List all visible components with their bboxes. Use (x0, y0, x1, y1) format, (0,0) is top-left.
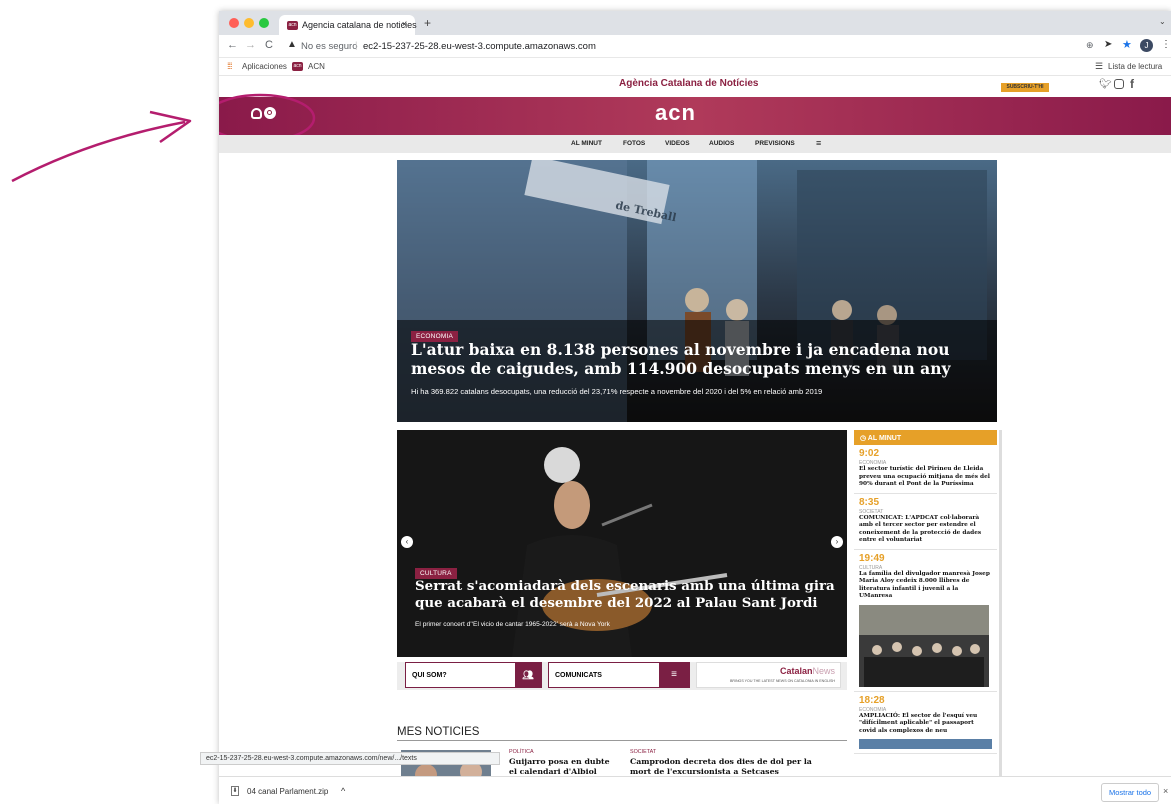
tab-title: Agencia catalana de noticies (302, 20, 417, 30)
feed-time: 8:35 (859, 496, 880, 508)
browser-toolbar: ← → C ▲ No es seguro | ec2-15-237-25-28.… (219, 35, 1171, 58)
catalan-news-tagline: BRINGS YOU THE LATEST NEWS ON CATALONIA … (729, 679, 835, 683)
feed-item[interactable]: 18:28 ECONOMIA AMPLIACIÓ: El sector de l… (854, 692, 997, 755)
tab-search-icon[interactable]: ⌄ (1159, 17, 1166, 26)
back-icon[interactable]: ← (227, 39, 238, 51)
hero-photo (397, 160, 997, 422)
acn-logo[interactable]: acn (655, 100, 696, 126)
hero-article[interactable]: de Treball ECONOMIA L'atur baixa en 8.13… (397, 160, 997, 422)
facebook-icon[interactable]: f (1130, 77, 1134, 91)
website: Agència Catalana de Notícies SUBSCRIU-T'… (219, 76, 1171, 804)
feed-item[interactable]: 9:02 ECONOMIA El sector turístic del Pir… (854, 445, 997, 494)
feed-item[interactable]: 19:49 CULTURA La família del divulgador … (854, 550, 997, 692)
carousel-next-icon[interactable]: › (831, 536, 843, 548)
download-options-icon[interactable]: ^ (341, 786, 345, 796)
group-icon: 👥︎ (515, 663, 541, 687)
twitter-icon[interactable]: 🐦︎ (1099, 79, 1112, 90)
nav-videos[interactable]: VIDEOS (665, 140, 690, 147)
al-minut-header[interactable]: ◷ AL MINUT (854, 430, 997, 445)
browser-menu-icon[interactable]: ⋮ (1161, 39, 1171, 50)
main-nav: AL MINUT FOTOS VIDEOS AUDIOS PREVISIONS … (219, 135, 1171, 153)
tab-strip: acn Agencia catalana de noticies × + ⌄ (219, 11, 1171, 35)
comunicats-label: COMUNICATS (555, 672, 602, 679)
acn-favicon-icon: acn (287, 21, 298, 31)
reading-list[interactable]: Lista de lectura (1108, 62, 1162, 71)
carousel-summary: El primer concert d'‘El vicio de cantar … (415, 621, 610, 628)
feed-scrollbar[interactable] (999, 430, 1002, 804)
minimize-window-icon[interactable] (244, 18, 254, 28)
apps-grid-icon[interactable]: ⁞⁞⁞ (227, 61, 232, 71)
comunicats-button[interactable]: COMUNICATS ≡ (548, 662, 690, 688)
browser-window: acn Agencia catalana de noticies × + ⌄ ← →… (219, 11, 1171, 804)
catalan-news-logo-suffix: News (812, 666, 835, 676)
nav-audios[interactable]: AUDIOS (709, 140, 734, 147)
bookmark-star-icon[interactable]: ★ (1122, 38, 1132, 51)
download-file[interactable]: 04 canal Parlament.zip (247, 787, 328, 796)
brand-bar: acn (219, 97, 1171, 135)
mes-noticies-item[interactable]: SOCIETAT Camprodon decreta dos dies de d… (630, 749, 830, 776)
status-bar-url: ec2-15-237-25-28.eu-west-3.compute.amazo… (200, 752, 500, 765)
acn-bookmark-icon: acn (292, 62, 303, 71)
featured-carousel[interactable]: ‹ › CULTURA Serrat s'acomiadarà dels esc… (397, 430, 847, 657)
feed-photo-2 (859, 739, 992, 750)
carousel-headline[interactable]: Serrat s'acomiadarà dels escenaris amb u… (415, 578, 840, 612)
masthead: Agència Catalana de Notícies SUBSCRIU-T'… (219, 76, 1171, 97)
new-tab-icon[interactable]: + (424, 16, 431, 30)
qui-som-button[interactable]: QUI SOM? 👥︎ (405, 662, 542, 688)
reload-icon[interactable]: C (265, 39, 273, 51)
close-download-bar-icon[interactable]: × (1163, 786, 1168, 796)
site-title[interactable]: Agència Catalana de Notícies (619, 78, 759, 89)
warning-icon[interactable]: ▲ (287, 39, 297, 50)
send-icon[interactable]: ➤ (1104, 39, 1112, 50)
promo-strip: QUI SOM? 👥︎ COMUNICATS ≡ CatalanNews BRING… (397, 662, 847, 690)
subscribe-button[interactable]: SUBSCRIU-T'HI (1001, 83, 1049, 92)
bookmark-aplicaciones[interactable]: Aplicaciones (242, 62, 287, 71)
nav-al-minut[interactable]: AL MINUT (571, 140, 602, 147)
bookmarks-bar: ⁞⁞⁞ Aplicaciones acn ACN ☰ Lista de lect… (219, 58, 1171, 76)
profile-avatar[interactable]: J (1140, 39, 1153, 52)
close-tab-icon[interactable]: × (402, 19, 407, 29)
feed-time: 9:02 (859, 448, 880, 459)
close-window-icon[interactable] (229, 18, 239, 28)
feed-item[interactable]: 8:35 SOCIETAT COMUNICAT: L'APDCAT col·la… (854, 494, 997, 550)
list-icon: ≡ (659, 663, 689, 687)
mes-noticies-category: SOCIETAT (630, 749, 657, 755)
feed-time: 18:28 (859, 694, 885, 706)
zoom-icon[interactable]: ⊕ (1086, 40, 1094, 51)
nav-previsions[interactable]: PREVISIONS (755, 140, 795, 147)
nav-fotos[interactable]: FOTOS (623, 140, 645, 147)
catalan-news-banner[interactable]: CatalanNews BRINGS YOU THE LATEST NEWS O… (696, 662, 841, 688)
reading-list-icon[interactable]: ☰ (1095, 61, 1103, 72)
bookmark-acn[interactable]: ACN (308, 62, 325, 71)
nav-menu-icon[interactable]: ≡ (816, 138, 821, 148)
qui-som-label: QUI SOM? (412, 672, 447, 679)
show-all-button[interactable]: Mostrar todo (1101, 783, 1160, 802)
instagram-icon[interactable] (1114, 79, 1124, 89)
catalan-news-logo: Catalan (779, 666, 813, 676)
clock-icon: ◷ (860, 435, 868, 442)
mes-noticies-title: MÉS NOTÍCIES (397, 726, 847, 741)
browser-tab[interactable]: acn Agencia catalana de noticies × (279, 15, 417, 35)
mes-noticies-category: POLÍTICA (509, 749, 534, 755)
al-minut-title: AL MINUT (867, 435, 902, 442)
address-url[interactable]: ec2-15-237-25-28.eu-west-3.compute.amazo… (363, 41, 596, 52)
feed-time: 19:49 (859, 552, 885, 564)
security-label[interactable]: No es seguro (301, 41, 358, 52)
mes-noticies-headline[interactable]: Camprodon decreta dos dies de dol per la… (630, 757, 830, 776)
feed-photo (859, 604, 989, 687)
feed-headline[interactable]: COMUNICAT: L'APDCAT col·laborarà amb el … (859, 515, 992, 545)
download-bar: ⬇ 04 canal Parlament.zip ^ Mostrar todo … (219, 776, 1171, 804)
feed-headline[interactable]: La família del divulgador manresà Josep … (859, 571, 992, 601)
address-divider: | (355, 40, 358, 51)
al-minut-feed: ◷ AL MINUT 9:02 ECONOMIA El sector turís… (854, 430, 997, 804)
carousel-prev-icon[interactable]: ‹ (401, 536, 413, 548)
file-icon: ⬇ (231, 786, 239, 796)
maximize-window-icon[interactable] (259, 18, 269, 28)
forward-icon[interactable]: → (245, 39, 256, 51)
hero-headline[interactable]: L'atur baixa en 8.138 persones al novemb… (411, 340, 981, 379)
feed-headline[interactable]: AMPLIACIÓ: El sector de l'esquí veu "dif… (859, 713, 992, 736)
hero-summary: Hi ha 369.822 catalans desocupats, una r… (411, 387, 823, 396)
feed-headline[interactable]: El sector turístic del Pirineu de Lleida… (859, 466, 992, 489)
